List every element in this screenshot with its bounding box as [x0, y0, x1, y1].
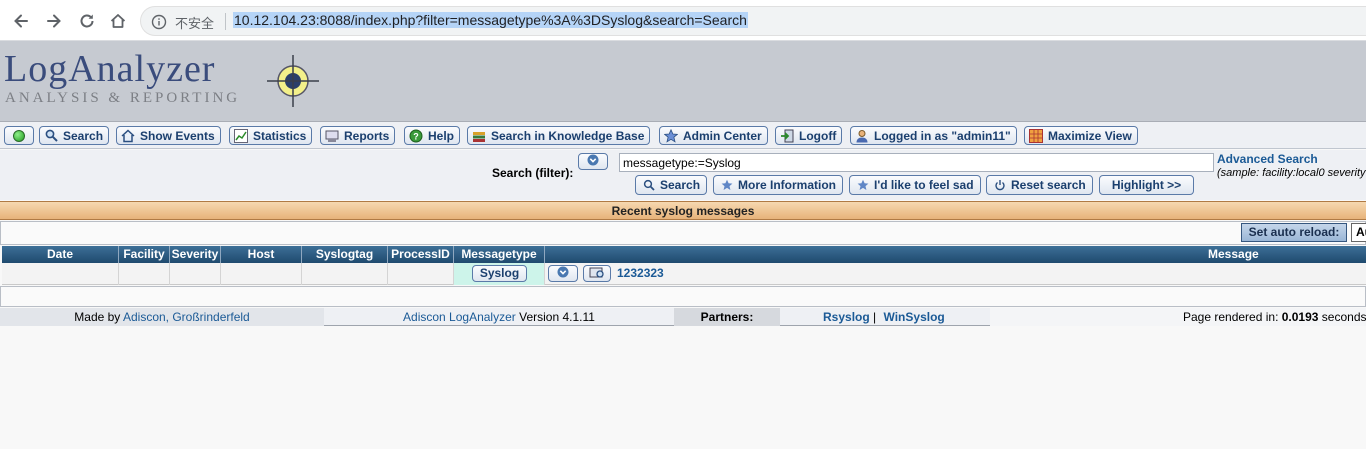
footer-partners-label: Partners: [674, 308, 780, 326]
cell-processid [388, 263, 454, 285]
footer-render-time: Page rendered in: 0.0193 seconds [990, 308, 1366, 326]
info-icon[interactable] [151, 14, 167, 30]
search-filter-label: Search (filter): [492, 166, 574, 180]
menu-logoff[interactable]: Logoff [775, 126, 843, 145]
cell-message[interactable]: 1232323 [617, 266, 664, 280]
star-icon [664, 128, 678, 143]
logo-title: LogAnalyzer [4, 48, 216, 90]
green-status-icon [13, 129, 25, 142]
winsyslog-link[interactable]: WinSyslog [884, 310, 945, 324]
cell-severity [170, 263, 221, 285]
menu-help[interactable]: ? Help [404, 126, 461, 145]
url-text[interactable]: 10.12.104.23:8088/index.php?filter=messa… [233, 12, 748, 28]
magnifier-icon [44, 129, 58, 143]
help-icon: ? [409, 129, 423, 143]
star-icon [720, 179, 733, 192]
divider [225, 13, 226, 30]
magnifier-icon [642, 179, 655, 192]
menu-search[interactable]: Search [39, 126, 110, 145]
column-syslogtag[interactable]: Syslogtag [302, 246, 388, 263]
home-icon [121, 128, 135, 143]
footer-partners: Rsyslog | WinSyslog [823, 310, 945, 324]
search-dropdown-button[interactable] [578, 153, 608, 170]
rsyslog-link[interactable]: Rsyslog [823, 310, 870, 324]
table-header: Date Facility Severity Host Syslogtag Pr… [2, 246, 1366, 263]
search-sample-text: (sample: facility:local0 severity:warnin… [1217, 167, 1366, 179]
reload-row [0, 221, 1366, 245]
cell-date [2, 263, 119, 285]
row-details-button[interactable] [583, 265, 611, 282]
column-message[interactable]: Message [545, 246, 1366, 263]
svg-text:?: ? [413, 131, 419, 141]
footer-version: Adiscon LogAnalyzer Version 4.1.11 [403, 310, 595, 324]
books-icon [472, 129, 486, 143]
column-date[interactable]: Date [2, 246, 119, 263]
home-icon[interactable] [106, 9, 130, 33]
column-messagetype[interactable]: Messagetype [454, 246, 545, 263]
menu-maximize-view[interactable]: Maximize View [1024, 126, 1138, 145]
column-host[interactable]: Host [221, 246, 302, 263]
chart-icon [234, 128, 248, 143]
main-menu: Search Show Events Statistics Reports ? … [0, 122, 1366, 149]
menu-logged-in-user[interactable]: Logged in as "admin11" [850, 126, 1017, 145]
search-button[interactable]: Search [635, 175, 708, 195]
column-facility[interactable]: Facility [119, 246, 170, 263]
logoff-icon [780, 129, 794, 143]
recent-messages-title: Recent syslog messages [0, 201, 1366, 220]
grid-icon [1029, 128, 1043, 143]
search-input[interactable]: messagetype:=Syslog [619, 153, 1214, 172]
loganalyzer-link[interactable]: Adiscon LogAnalyzer [403, 310, 516, 324]
address-bar[interactable]: 不安全 10.12.104.23:8088/index.php?filter=m… [140, 6, 1366, 36]
chevron-down-icon [557, 266, 569, 281]
app-header: LogAnalyzer ANALYSIS & REPORTING [0, 41, 1366, 122]
reload-icon[interactable] [75, 9, 99, 33]
more-information-button[interactable]: More Information [713, 175, 843, 195]
menu-knowledge-base[interactable]: Search in Knowledge Base [467, 126, 651, 145]
pager-row [0, 286, 1366, 307]
menu-statistics[interactable]: Statistics [229, 126, 313, 145]
logo-subtitle: ANALYSIS & REPORTING [5, 90, 241, 106]
footer-made-by: Made by Adiscon, Großrinderfeld [0, 308, 324, 326]
menu-reports[interactable]: Reports [320, 126, 396, 145]
details-icon [589, 266, 605, 282]
cell-facility [119, 263, 170, 285]
power-icon [993, 179, 1006, 192]
forward-icon[interactable] [42, 9, 66, 33]
crosshair-logo-icon [267, 55, 319, 107]
table-row [2, 263, 1366, 285]
column-processid[interactable]: ProcessID [388, 246, 454, 263]
star-icon [856, 179, 869, 192]
menu-show-events[interactable]: Show Events [116, 126, 221, 145]
footer: Made by Adiscon, Großrinderfeld Adiscon … [0, 308, 1366, 326]
column-severity[interactable]: Severity [170, 246, 221, 263]
browser-toolbar: 不安全 10.12.104.23:8088/index.php?filter=m… [0, 0, 1366, 41]
cell-syslogtag [302, 263, 388, 285]
menu-admin-center[interactable]: Admin Center [659, 126, 768, 145]
chevron-down-icon [587, 154, 599, 169]
set-auto-reload-button[interactable]: Set auto reload: [1241, 223, 1347, 242]
advanced-search-link[interactable]: Advanced Search [1217, 152, 1318, 166]
messagetype-syslog-button[interactable]: Syslog [472, 265, 527, 282]
insecure-label: 不安全 [175, 16, 215, 31]
cell-host [221, 263, 302, 285]
user-icon [855, 129, 869, 143]
reset-search-button[interactable]: Reset search [986, 175, 1093, 195]
feel-sad-button[interactable]: I'd like to feel sad [849, 175, 981, 195]
back-icon[interactable] [9, 9, 33, 33]
row-dropdown-button[interactable] [548, 265, 578, 282]
status-button[interactable] [4, 126, 34, 145]
reports-icon [325, 129, 339, 143]
adiscon-link[interactable]: Adiscon, Großrinderfeld [123, 310, 250, 324]
auto-reload-select[interactable]: Auto reload disabled [1351, 223, 1366, 242]
highlight-button[interactable]: Highlight >> [1099, 175, 1194, 195]
